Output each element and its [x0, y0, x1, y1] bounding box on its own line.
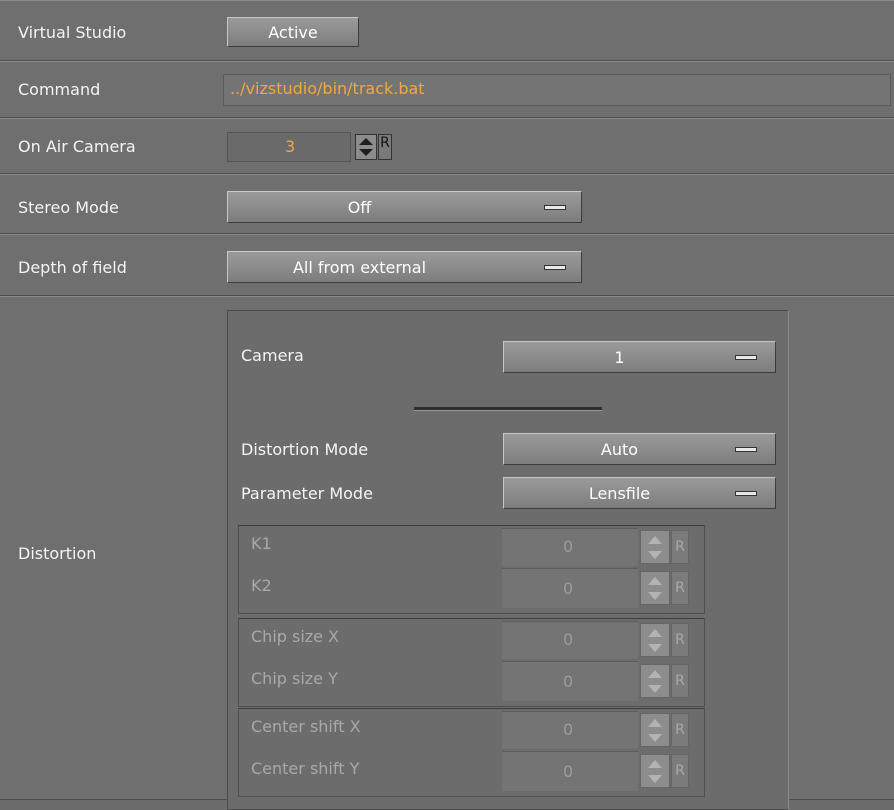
- on-air-camera-row: On Air Camera 3 R: [0, 118, 894, 174]
- on-air-camera-input[interactable]: 3: [227, 132, 351, 162]
- distortion-mode-dropdown[interactable]: Auto: [503, 433, 776, 465]
- parameter-mode-dropdown[interactable]: Lensfile: [503, 477, 776, 509]
- depth-of-field-dropdown[interactable]: All from external: [227, 251, 582, 283]
- k2-value: 0: [563, 579, 574, 598]
- k1-value: 0: [563, 537, 574, 556]
- parameter-mode-label: Parameter Mode: [241, 484, 373, 503]
- reset-label: R: [380, 135, 390, 151]
- stereo-mode-label: Stereo Mode: [18, 198, 119, 217]
- command-value: ../vizstudio/bin/track.bat: [230, 79, 425, 98]
- arrow-up-icon: [648, 719, 662, 727]
- arrow-down-icon: [648, 685, 662, 693]
- separator: [414, 407, 602, 411]
- distortion-panel: Camera 1 Distortion Mode Auto Parameter …: [227, 310, 789, 810]
- k1-label: K1: [251, 534, 272, 553]
- on-air-camera-label: On Air Camera: [18, 137, 136, 156]
- arrow-up-icon: [648, 577, 662, 585]
- arrow-up-icon: [648, 670, 662, 678]
- arrow-down-icon: [648, 644, 662, 652]
- chip-size-y-stepper[interactable]: [640, 664, 670, 698]
- arrow-up-icon: [648, 629, 662, 637]
- center-shift-y-value: 0: [563, 762, 574, 781]
- reset-label: R: [675, 673, 685, 689]
- on-air-camera-value: 3: [285, 137, 296, 156]
- k1-input[interactable]: 0: [502, 528, 638, 566]
- k1-stepper[interactable]: [640, 530, 670, 564]
- virtual-studio-active-button[interactable]: Active: [227, 17, 359, 47]
- reset-label: R: [675, 539, 685, 555]
- dropdown-icon: [735, 355, 757, 360]
- stereo-mode-value: Off: [347, 198, 372, 217]
- k-coefficients-group: K1 0 R K2 0 R: [238, 525, 705, 614]
- chip-size-x-reset-button[interactable]: R: [671, 623, 689, 657]
- depth-of-field-label: Depth of field: [18, 258, 127, 277]
- camera-value: 1: [614, 348, 625, 367]
- arrow-down-icon: [648, 592, 662, 600]
- camera-dropdown[interactable]: 1: [503, 341, 776, 373]
- virtual-studio-row: Virtual Studio Active: [0, 0, 894, 61]
- on-air-camera-reset-button[interactable]: R: [378, 134, 392, 160]
- center-shift-x-value: 0: [563, 720, 574, 739]
- chip-size-x-input[interactable]: 0: [502, 621, 638, 659]
- command-input[interactable]: ../vizstudio/bin/track.bat: [223, 74, 891, 106]
- arrow-up-icon: [648, 760, 662, 768]
- dropdown-icon: [735, 447, 757, 452]
- on-air-camera-stepper[interactable]: [355, 134, 377, 160]
- center-shift-x-label: Center shift X: [251, 717, 361, 736]
- dropdown-icon: [544, 265, 566, 270]
- distortion-mode-label: Distortion Mode: [241, 440, 369, 459]
- chip-size-group: Chip size X 0 R Chip size Y 0 R: [238, 618, 705, 707]
- center-shift-x-input[interactable]: 0: [502, 711, 638, 749]
- stereo-mode-dropdown[interactable]: Off: [227, 191, 582, 223]
- reset-label: R: [675, 632, 685, 648]
- arrow-up-icon: [648, 536, 662, 544]
- center-shift-y-input[interactable]: 0: [502, 751, 638, 791]
- k2-label: K2: [251, 576, 272, 595]
- chip-size-x-stepper[interactable]: [640, 623, 670, 657]
- center-shift-y-stepper[interactable]: [640, 754, 670, 788]
- arrow-down-icon: [648, 551, 662, 559]
- chip-size-x-label: Chip size X: [251, 627, 340, 646]
- stereo-mode-row: Stereo Mode Off: [0, 174, 894, 234]
- center-shift-y-reset-button[interactable]: R: [671, 754, 689, 788]
- chip-size-y-reset-button[interactable]: R: [671, 664, 689, 698]
- command-label: Command: [18, 80, 101, 99]
- k1-reset-button[interactable]: R: [671, 530, 689, 564]
- chip-size-y-value: 0: [563, 672, 574, 691]
- dropdown-icon: [735, 491, 757, 496]
- chip-size-x-value: 0: [563, 630, 574, 649]
- arrow-down-icon: [648, 734, 662, 742]
- center-shift-x-reset-button[interactable]: R: [671, 713, 689, 747]
- center-shift-x-stepper[interactable]: [640, 713, 670, 747]
- k2-input[interactable]: 0: [502, 568, 638, 608]
- virtual-studio-label: Virtual Studio: [18, 23, 127, 42]
- arrow-up-icon: [359, 138, 373, 145]
- k2-stepper[interactable]: [640, 571, 670, 605]
- parameter-mode-value: Lensfile: [588, 484, 651, 503]
- distortion-label: Distortion: [18, 544, 97, 563]
- camera-label: Camera: [241, 346, 304, 365]
- depth-of-field-value: All from external: [292, 258, 427, 277]
- command-row: Command ../vizstudio/bin/track.bat: [0, 61, 894, 118]
- distortion-row: Distortion Camera 1 Distortion Mode Auto…: [0, 296, 894, 810]
- reset-label: R: [675, 763, 685, 779]
- center-shift-group: Center shift X 0 R Center shift Y 0 R: [238, 708, 705, 797]
- chip-size-y-label: Chip size Y: [251, 669, 338, 688]
- k2-reset-button[interactable]: R: [671, 571, 689, 605]
- depth-of-field-row: Depth of field All from external: [0, 234, 894, 296]
- reset-label: R: [675, 580, 685, 596]
- arrow-down-icon: [359, 149, 373, 156]
- center-shift-y-label: Center shift Y: [251, 759, 360, 778]
- arrow-down-icon: [648, 775, 662, 783]
- chip-size-y-input[interactable]: 0: [502, 661, 638, 701]
- reset-label: R: [675, 722, 685, 738]
- dropdown-icon: [544, 205, 566, 210]
- virtual-studio-active-label: Active: [268, 23, 318, 42]
- distortion-mode-value: Auto: [600, 440, 639, 459]
